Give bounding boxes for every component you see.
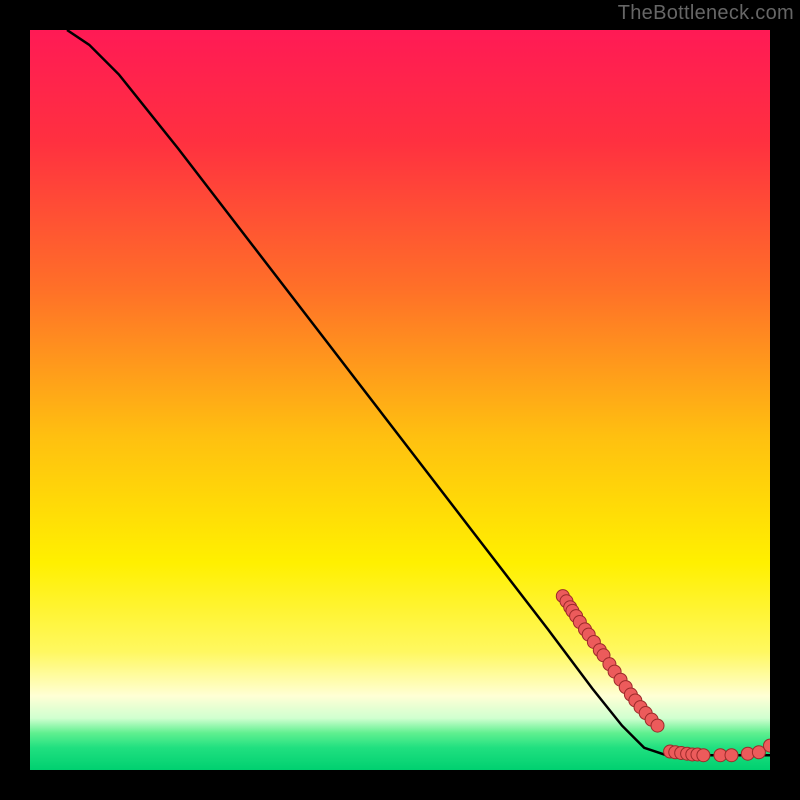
chart-background bbox=[30, 30, 770, 770]
chart-svg bbox=[30, 30, 770, 770]
chart-plot bbox=[30, 30, 770, 770]
data-point bbox=[697, 749, 710, 762]
data-point bbox=[725, 749, 738, 762]
data-point bbox=[651, 719, 664, 732]
watermark-label: TheBottleneck.com bbox=[618, 2, 794, 25]
